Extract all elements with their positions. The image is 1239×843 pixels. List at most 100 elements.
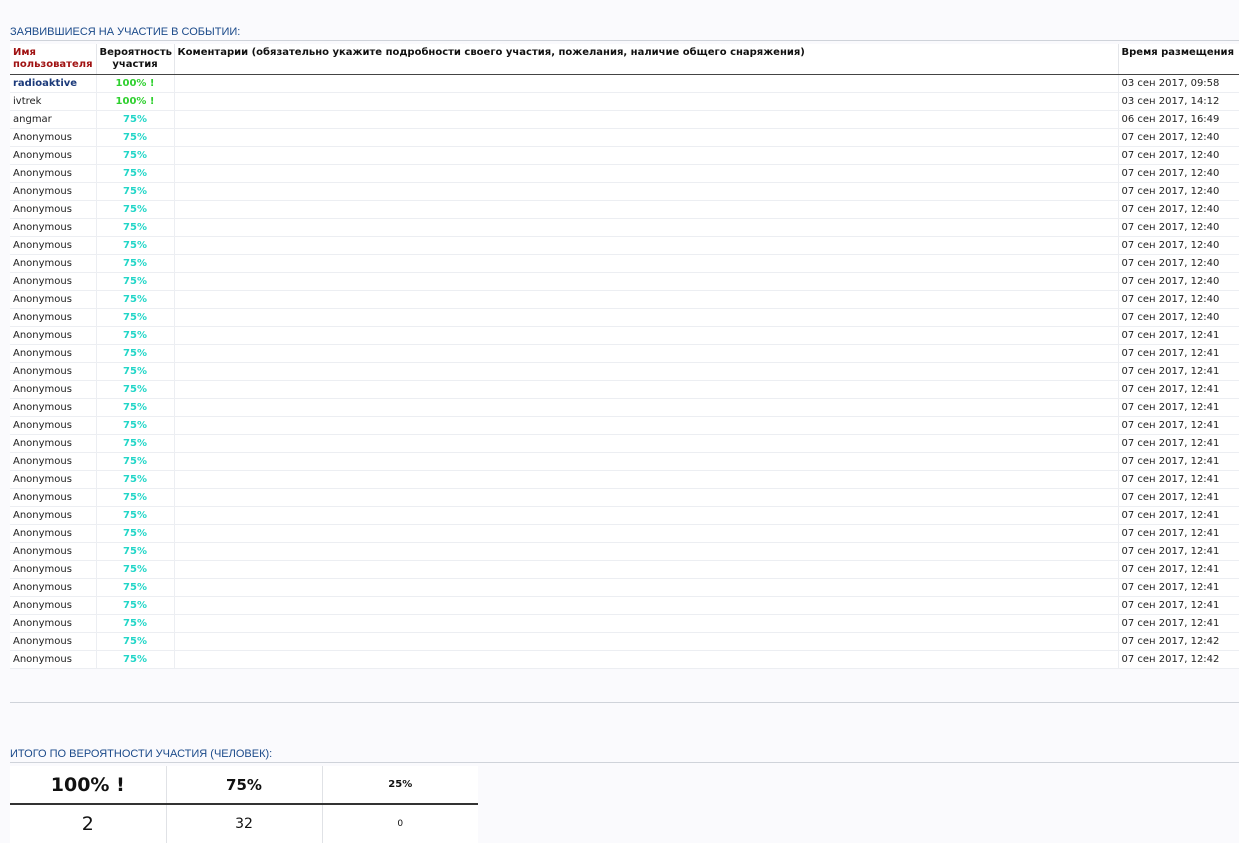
table-row: ivtrek 100% ! 03 сен 2017, 14:12 [10, 92, 1239, 111]
totals-header-25: 25% [322, 766, 478, 805]
row-probability: 75% [96, 578, 175, 597]
row-probability: 75% [96, 560, 175, 579]
row-comment [174, 434, 1119, 453]
row-user: Anonymous [10, 650, 97, 669]
row-probability: 75% [96, 506, 175, 525]
row-probability: 75% [96, 650, 175, 669]
row-user: Anonymous [10, 596, 97, 615]
row-comment [174, 362, 1119, 381]
row-time: 03 сен 2017, 09:58 [1118, 74, 1239, 93]
participants-table: Имя пользователя Вероятность участия Ком… [10, 44, 1239, 669]
row-time: 03 сен 2017, 14:12 [1118, 92, 1239, 111]
table-row: Anonymous 75% 07 сен 2017, 12:41 [10, 434, 1239, 453]
table-row: Anonymous 75% 07 сен 2017, 12:40 [10, 200, 1239, 219]
table-row: Anonymous 75% 07 сен 2017, 12:42 [10, 632, 1239, 651]
row-probability: 75% [96, 218, 175, 237]
row-probability: 75% [96, 470, 175, 489]
row-probability: 75% [96, 344, 175, 363]
row-user: Anonymous [10, 362, 97, 381]
row-user: Anonymous [10, 632, 97, 651]
table-row: Anonymous 75% 07 сен 2017, 12:40 [10, 272, 1239, 291]
table-row: Anonymous 75% 07 сен 2017, 12:41 [10, 362, 1239, 381]
divider [10, 762, 1239, 763]
row-probability: 75% [96, 596, 175, 615]
row-probability: 75% [96, 182, 175, 201]
table-row: Anonymous 75% 07 сен 2017, 12:41 [10, 596, 1239, 615]
row-probability: 75% [96, 128, 175, 147]
row-comment [174, 110, 1119, 129]
row-time: 07 сен 2017, 12:41 [1118, 470, 1239, 489]
table-row: Anonymous 75% 07 сен 2017, 12:40 [10, 236, 1239, 255]
totals-header-100: 100% ! [10, 766, 167, 805]
row-user: Anonymous [10, 146, 97, 165]
row-user: ivtrek [10, 92, 97, 111]
totals-table: 100% ! 75% 25% 2 32 0 [10, 766, 478, 843]
row-comment [174, 164, 1119, 183]
totals-value-25: 0 [397, 819, 404, 829]
row-time: 07 сен 2017, 12:41 [1118, 344, 1239, 363]
column-header-comments: Коментарии (обязательно укажите подробно… [174, 44, 1119, 75]
row-time: 07 сен 2017, 12:40 [1118, 128, 1239, 147]
row-probability: 75% [96, 164, 175, 183]
column-header-user[interactable]: Имя пользователя [10, 44, 97, 75]
row-comment [174, 650, 1119, 669]
row-time: 07 сен 2017, 12:41 [1118, 398, 1239, 417]
row-comment [174, 560, 1119, 579]
table-row: Anonymous 75% 07 сен 2017, 12:40 [10, 128, 1239, 147]
row-time: 07 сен 2017, 12:40 [1118, 164, 1239, 183]
table-row: Anonymous 75% 07 сен 2017, 12:41 [10, 524, 1239, 543]
row-user: Anonymous [10, 254, 97, 273]
row-comment [174, 146, 1119, 165]
row-user: Anonymous [10, 560, 97, 579]
row-user: Anonymous [10, 416, 97, 435]
row-probability: 75% [96, 416, 175, 435]
table-row: Anonymous 75% 07 сен 2017, 12:40 [10, 182, 1239, 201]
row-time: 07 сен 2017, 12:41 [1118, 596, 1239, 615]
row-probability: 75% [96, 308, 175, 327]
row-time: 07 сен 2017, 12:40 [1118, 146, 1239, 165]
row-probability: 75% [96, 488, 175, 507]
row-probability: 75% [96, 452, 175, 471]
row-time: 07 сен 2017, 12:42 [1118, 632, 1239, 651]
row-user: Anonymous [10, 380, 97, 399]
row-comment [174, 542, 1119, 561]
table-row: Anonymous 75% 07 сен 2017, 12:41 [10, 506, 1239, 525]
row-comment [174, 452, 1119, 471]
row-user: Anonymous [10, 470, 97, 489]
row-comment [174, 488, 1119, 507]
row-time: 07 сен 2017, 12:42 [1118, 650, 1239, 669]
row-comment [174, 218, 1119, 237]
row-time: 07 сен 2017, 12:41 [1118, 614, 1239, 633]
table-row: Anonymous 75% 07 сен 2017, 12:40 [10, 218, 1239, 237]
table-row: Anonymous 75% 07 сен 2017, 12:42 [10, 650, 1239, 669]
column-header-time[interactable]: Время размещения [1118, 44, 1239, 75]
divider [10, 702, 1239, 703]
row-probability: 75% [96, 614, 175, 633]
row-comment [174, 470, 1119, 489]
row-probability: 75% [96, 632, 175, 651]
row-user[interactable]: radioaktive [10, 74, 97, 93]
table-row: Anonymous 75% 07 сен 2017, 12:40 [10, 308, 1239, 327]
table-row: Anonymous 75% 07 сен 2017, 12:41 [10, 326, 1239, 345]
row-time: 07 сен 2017, 12:40 [1118, 272, 1239, 291]
row-probability: 75% [96, 146, 175, 165]
table-row: angmar 75% 06 сен 2017, 16:49 [10, 110, 1239, 129]
table-row: Anonymous 75% 07 сен 2017, 12:40 [10, 146, 1239, 165]
row-probability: 100% ! [96, 92, 175, 111]
row-user: Anonymous [10, 434, 97, 453]
row-time: 07 сен 2017, 12:41 [1118, 434, 1239, 453]
totals-values-row: 2 32 0 [10, 804, 478, 843]
column-header-probability[interactable]: Вероятность участия [96, 44, 175, 75]
table-row: Anonymous 75% 07 сен 2017, 12:41 [10, 488, 1239, 507]
row-user: Anonymous [10, 452, 97, 471]
row-user: Anonymous [10, 164, 97, 183]
row-comment [174, 398, 1119, 417]
table-row: Anonymous 75% 07 сен 2017, 12:40 [10, 290, 1239, 309]
row-comment [174, 92, 1119, 111]
row-user: Anonymous [10, 488, 97, 507]
row-comment [174, 596, 1119, 615]
row-time: 07 сен 2017, 12:41 [1118, 542, 1239, 561]
row-comment [174, 308, 1119, 327]
table-row: Anonymous 75% 07 сен 2017, 12:41 [10, 542, 1239, 561]
row-time: 07 сен 2017, 12:41 [1118, 524, 1239, 543]
